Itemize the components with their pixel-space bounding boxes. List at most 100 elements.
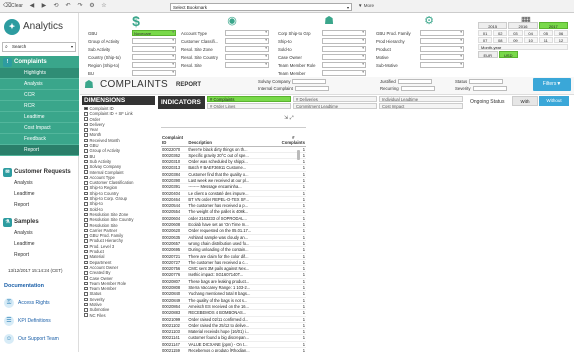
checkbox[interactable] [84, 202, 88, 206]
indicator-chip[interactable]: # Deliveries [293, 96, 377, 102]
column-header-complaints-count[interactable]: # Complaints [280, 128, 306, 147]
filter-field[interactable]: Customer Classifi... [181, 37, 281, 45]
month-08[interactable]: 08 [493, 37, 508, 43]
checkbox[interactable] [84, 218, 88, 222]
checkbox[interactable] [84, 281, 88, 286]
filter-dropdown[interactable] [132, 70, 176, 76]
checkbox[interactable] [84, 149, 88, 153]
nav-heading-samples[interactable]: ⚗ Samples [0, 216, 79, 228]
lock-icon[interactable]: ⟲ [53, 3, 59, 9]
doc-link-support-team[interactable]: ☺ Our Support Team [4, 334, 59, 344]
undo-icon[interactable]: ↶ [65, 3, 71, 9]
nav-item-analysis[interactable]: Analysis [0, 79, 79, 90]
table-row[interactable]: 00021159 Recebemos o produto [Rhodian... 1 [161, 347, 306, 352]
dimension-item[interactable]: NC Files [82, 313, 155, 318]
nav-item-cr-analysis[interactable]: Analysis [0, 178, 79, 189]
filter-severity[interactable]: Severity [455, 86, 507, 91]
filter-dropdown[interactable] [225, 30, 269, 36]
checkbox[interactable] [84, 239, 88, 243]
filter-field[interactable]: Resol. Site [181, 61, 281, 69]
settings-icon[interactable]: ⚙ [89, 3, 95, 9]
filter-dropdown[interactable]: Novecare [132, 30, 176, 36]
checkbox[interactable] [84, 234, 88, 238]
nav-item-cr-report[interactable]: Report [0, 200, 79, 211]
export-icon[interactable]: ⇲ [284, 115, 288, 121]
nav-item-cost-impact[interactable]: Cost Impact [0, 123, 79, 134]
checkbox[interactable] [84, 154, 88, 159]
filter-field[interactable]: Resol. Site Country [181, 53, 281, 61]
year-2017[interactable]: 2017 [538, 22, 568, 29]
filter-field[interactable]: Sub Activity [88, 45, 188, 53]
currency-eur[interactable]: EUR [478, 51, 498, 58]
checkbox[interactable] [84, 302, 88, 307]
month-06[interactable]: 06 [553, 30, 569, 36]
filter-dropdown[interactable] [420, 46, 464, 52]
filter-dropdown[interactable] [132, 46, 176, 52]
checkbox[interactable] [84, 143, 88, 148]
checkbox[interactable] [84, 255, 88, 259]
filter-dropdown[interactable] [420, 54, 464, 60]
checkbox[interactable] [84, 112, 88, 116]
month-02[interactable]: 02 [493, 30, 508, 36]
filter-field[interactable]: Product [376, 45, 476, 53]
filter-dropdown[interactable] [420, 62, 464, 68]
filter-field[interactable]: Ship-to [278, 37, 378, 45]
indicator-chip[interactable]: Individual Leadtime [379, 96, 463, 102]
checkbox[interactable] [84, 223, 88, 227]
filter-status[interactable]: Status [455, 79, 504, 84]
filter-field[interactable]: Region (Ship-to) [88, 61, 188, 69]
filter-dropdown[interactable] [132, 62, 176, 68]
indicator-chip[interactable]: Commitment Leadtime [293, 103, 377, 109]
checkbox[interactable] [84, 260, 88, 264]
checkbox[interactable] [84, 276, 88, 280]
with-button[interactable]: With [512, 96, 538, 106]
filter-recurring[interactable]: Recurring [380, 86, 435, 91]
indicator-chip[interactable]: # Order Lines [207, 103, 291, 109]
filter-field[interactable]: GBU Novecare [88, 29, 188, 37]
nav-item-samples-report[interactable]: Report [0, 250, 79, 261]
nav-item-highlights[interactable]: Highlights [0, 68, 79, 79]
table-scrollbar[interactable] [297, 150, 300, 160]
nav-heading-customer-requests[interactable]: ✉ Customer Requests [0, 166, 79, 178]
filter-solvay-company[interactable]: Solvay Company [258, 79, 327, 84]
filter-field[interactable]: Group of Activity [88, 37, 188, 45]
filter-dropdown[interactable] [322, 54, 366, 60]
month-03[interactable]: 03 [508, 30, 523, 36]
nav-item-samples-analysis[interactable]: Analysis [0, 228, 79, 239]
filter-field[interactable]: Sub-Motive [376, 61, 476, 69]
filter-internal-complaint[interactable]: Internal Complaint [258, 86, 329, 91]
checkbox[interactable] [84, 286, 88, 291]
filter-dropdown[interactable] [225, 54, 269, 60]
back-icon[interactable]: ◀ [29, 3, 35, 9]
filter-field[interactable]: Account Type [181, 29, 281, 37]
filter-field[interactable]: Team Member Role [278, 61, 378, 69]
checkbox[interactable] [84, 175, 88, 180]
filter-dropdown[interactable] [322, 70, 366, 76]
filter-dropdown[interactable] [132, 54, 176, 60]
filters-button[interactable]: Filters▼ [533, 78, 571, 91]
month-07[interactable]: 07 [478, 37, 493, 43]
checkbox[interactable] [84, 196, 88, 201]
search-input[interactable]: ⌕ Search ▾ [2, 42, 76, 52]
checkbox[interactable] [84, 244, 88, 249]
year-2015[interactable]: 2015 [478, 22, 508, 29]
year-2016[interactable]: 2016 [508, 22, 538, 29]
column-header-complaint-id[interactable]: Complaint ID [161, 128, 188, 147]
checkbox[interactable] [84, 165, 88, 169]
filter-dropdown[interactable] [322, 38, 366, 44]
without-button[interactable]: Without [539, 96, 569, 106]
month-09[interactable]: 09 [508, 37, 523, 43]
bookmark-select[interactable]: Select Bookmark ▾ [170, 3, 352, 11]
nav-item-cr-leadtime[interactable]: Leadtime [0, 189, 79, 200]
filter-field[interactable]: Resol. Site Zone [181, 45, 281, 53]
nav-heading-complaints[interactable]: ! Complaints [0, 56, 79, 68]
filter-field[interactable]: Team Member [278, 69, 378, 77]
month-11[interactable]: 11 [538, 37, 553, 43]
doc-link-access-rights[interactable]: ⚿ Access Rights [4, 298, 50, 308]
nav-item-feedback[interactable]: Feedback [0, 134, 79, 145]
checkbox[interactable] [84, 159, 88, 164]
checkbox[interactable] [84, 207, 88, 212]
indicator-chip[interactable]: # Complaints [207, 96, 291, 102]
filter-field[interactable]: GBU Prod. Family [376, 29, 476, 37]
nav-item-samples-leadtime[interactable]: Leadtime [0, 239, 79, 250]
